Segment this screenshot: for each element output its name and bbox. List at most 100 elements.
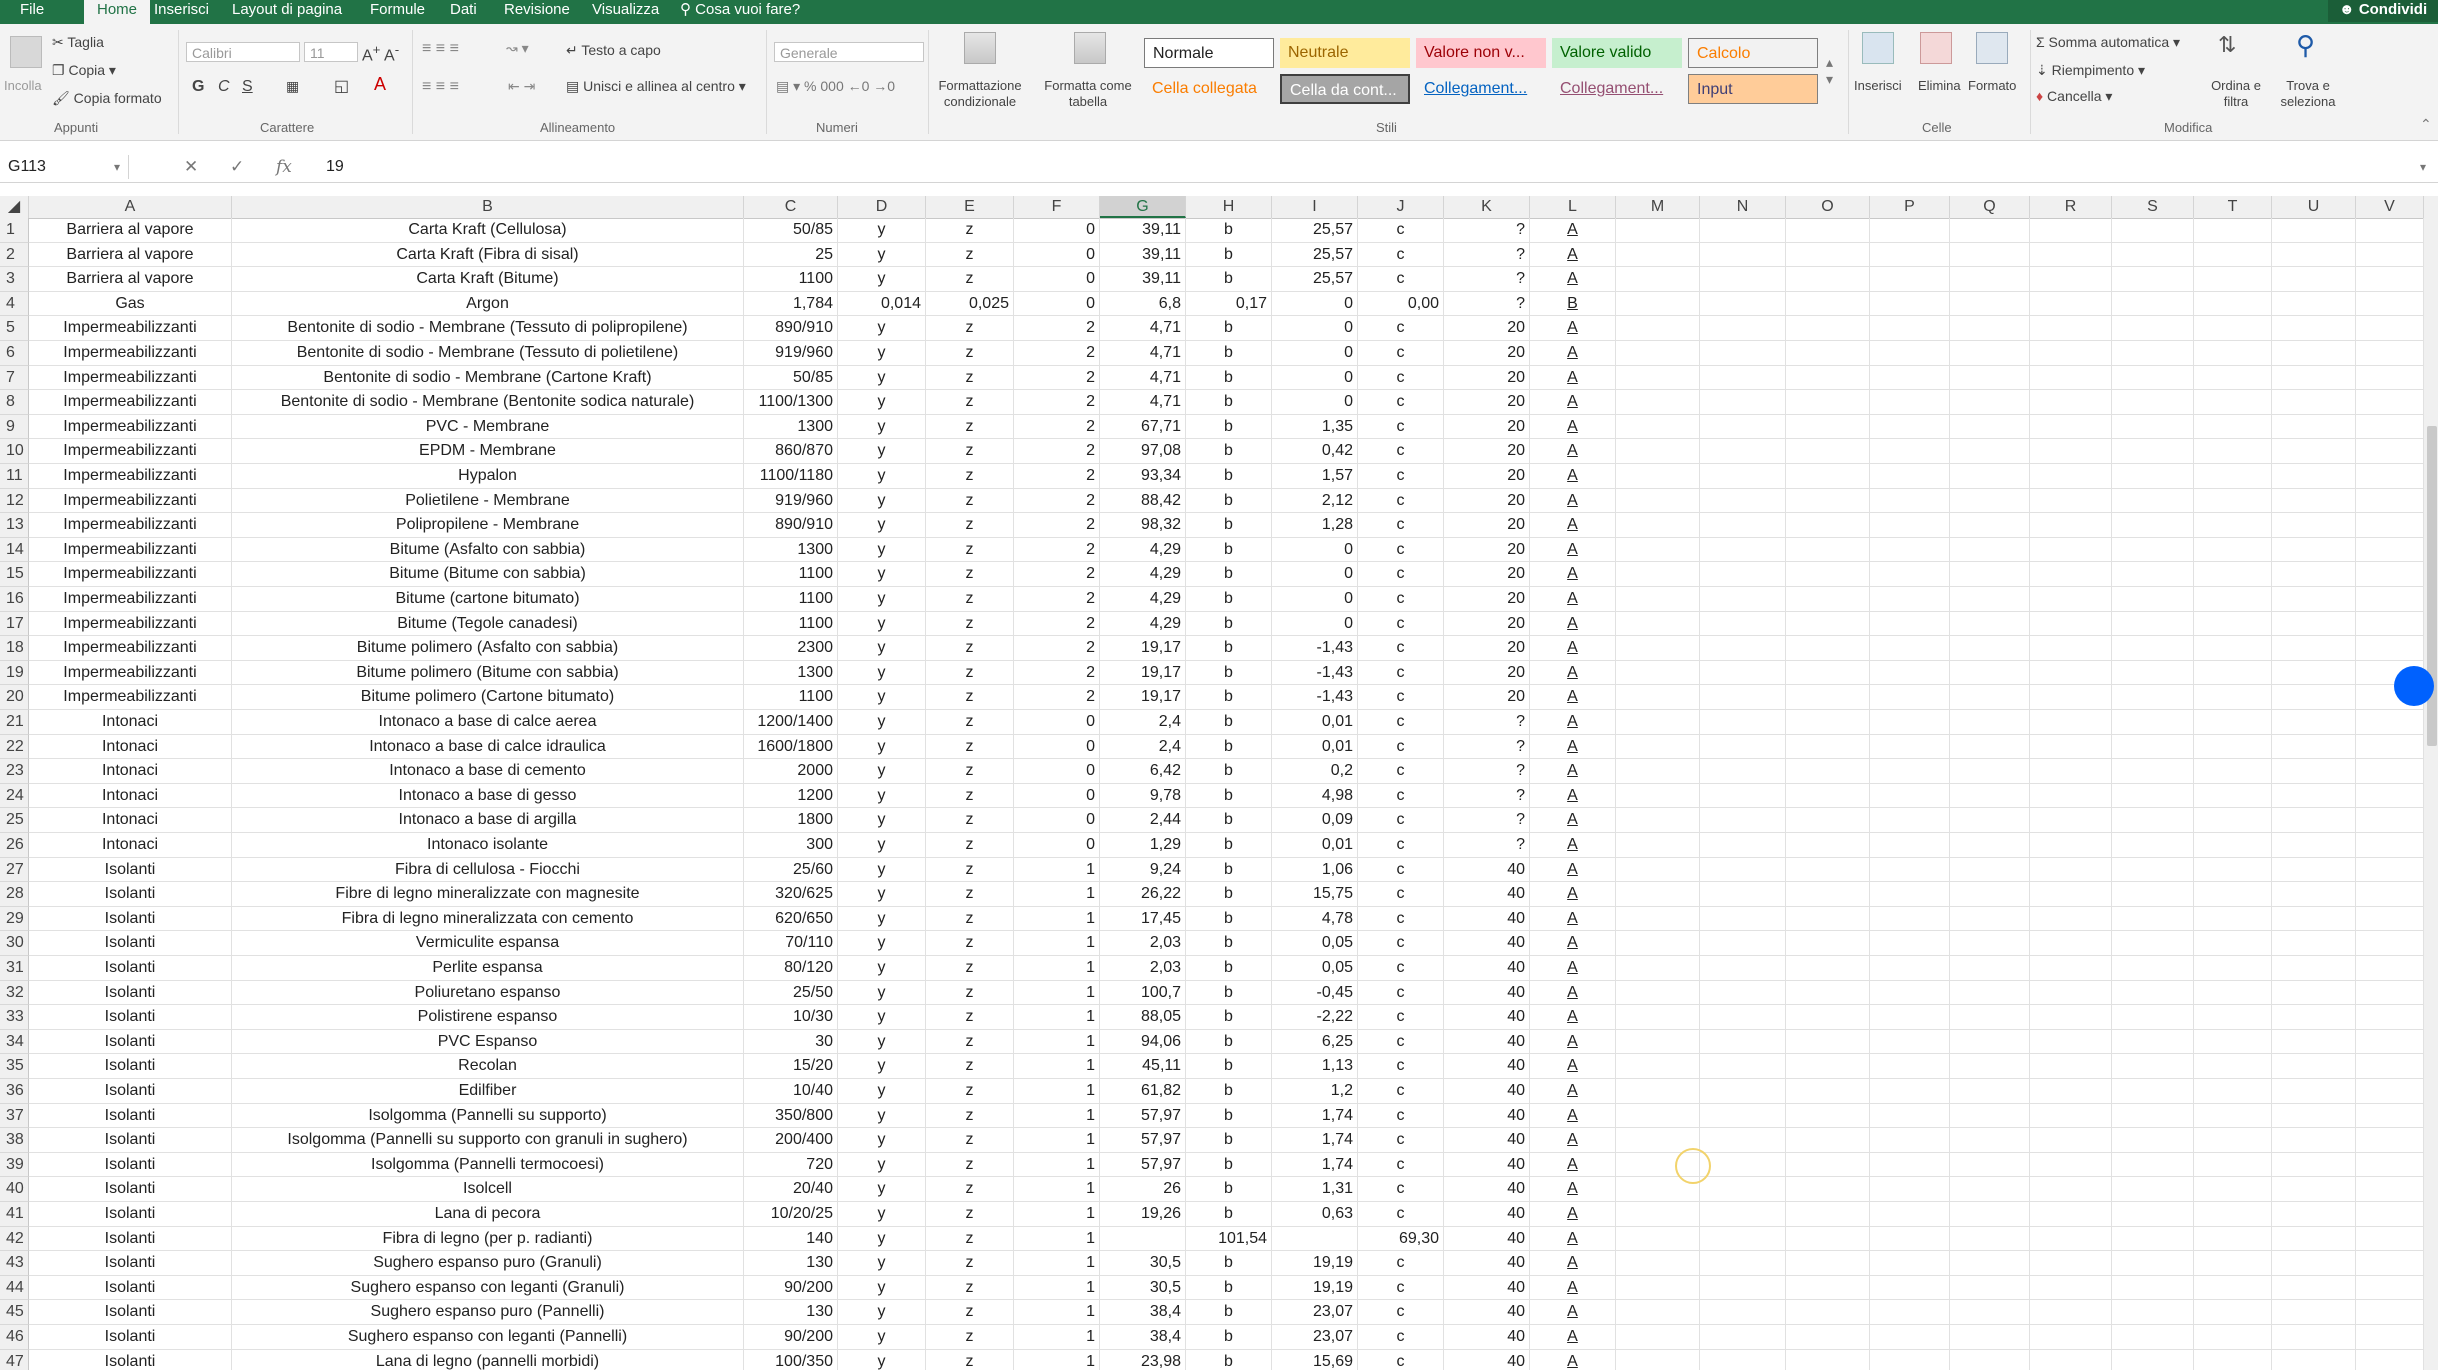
cell-empty[interactable] [2112,759,2194,784]
cell-l[interactable]: B [1530,291,1616,317]
cell-empty[interactable] [1950,291,2030,317]
style-input[interactable]: Input [1688,74,1818,104]
cell-empty[interactable] [2030,685,2112,710]
cell-empty[interactable] [1870,1152,1950,1178]
cell-k[interactable]: 40 [1444,980,1530,1006]
cell-i[interactable]: 0,05 [1272,931,1358,956]
cell-i[interactable]: 1,74 [1272,1128,1358,1153]
cell-empty[interactable] [2194,906,2272,932]
cell-empty[interactable] [1786,1054,1870,1079]
row-header[interactable]: 20 [0,685,29,710]
cell-empty[interactable] [1700,562,1786,587]
cell-empty[interactable] [1950,857,2030,883]
cell-empty[interactable] [2030,341,2112,366]
cell-empty[interactable] [2112,734,2194,760]
cell-i[interactable]: 1,13 [1272,1054,1358,1079]
cell-empty[interactable] [1616,587,1700,612]
style-bad[interactable]: Valore non v... [1416,38,1546,68]
cell-k[interactable]: 40 [1444,857,1530,883]
cell-empty[interactable] [1616,1226,1700,1252]
tell-me-box[interactable]: ⚲ Cosa vuoi fare? [680,0,800,24]
font-name-select[interactable]: Calibri [186,42,300,62]
cell-empty[interactable] [2356,562,2424,587]
cell-empty[interactable] [2112,1054,2194,1079]
cell-empty[interactable] [2030,980,2112,1006]
search-icon[interactable]: ⚲ [2296,30,2315,61]
cell-h[interactable]: b [1186,537,1272,563]
cell-c[interactable]: 200/400 [744,1128,838,1153]
cell-h[interactable]: b [1186,414,1272,440]
cell-k[interactable]: 20 [1444,562,1530,587]
cell-empty[interactable] [2272,1152,2356,1178]
cell-empty[interactable] [2356,636,2424,661]
cell-b[interactable]: Bentonite di sodio - Membrane (Tessuto d… [232,341,744,366]
cell-empty[interactable] [1786,759,1870,784]
cell-empty[interactable] [1786,956,1870,981]
cell-c[interactable]: 1300 [744,414,838,440]
cell-empty[interactable] [1616,537,1700,563]
row-header[interactable]: 5 [0,316,29,341]
cell-empty[interactable] [2030,1177,2112,1202]
cell-empty[interactable] [1950,267,2030,292]
cell-k[interactable]: 20 [1444,488,1530,514]
row-header[interactable]: 28 [0,882,29,907]
cell-e[interactable]: z [926,1079,1014,1104]
cell-empty[interactable] [1616,390,1700,415]
share-button[interactable]: ☻ Condividi [2328,0,2438,22]
column-header-d[interactable]: D [838,196,926,218]
cell-i[interactable]: 4,78 [1272,906,1358,932]
cell-a[interactable]: Impermeabilizzanti [29,341,232,366]
cell-empty[interactable] [2030,365,2112,391]
cell-c[interactable]: 90/200 [744,1275,838,1301]
cell-i[interactable]: -1,43 [1272,636,1358,661]
cell-k[interactable]: 40 [1444,906,1530,932]
cell-empty[interactable] [1616,1103,1700,1129]
cell-b[interactable]: Isolgomma (Pannelli su supporto) [232,1103,744,1129]
cell-f[interactable]: 0 [1014,267,1100,292]
cut-button[interactable]: ✂ Taglia [52,34,104,51]
cell-i[interactable]: 0 [1272,291,1358,317]
cell-f[interactable]: 2 [1014,316,1100,341]
cell-i[interactable] [1272,1226,1358,1252]
cell-empty[interactable] [1870,783,1950,809]
cell-empty[interactable] [2356,365,2424,391]
cell-empty[interactable] [2030,513,2112,538]
cell-empty[interactable] [2112,882,2194,907]
cell-empty[interactable] [2272,611,2356,637]
cell-j[interactable]: c [1358,242,1444,268]
cell-empty[interactable] [1700,1325,1786,1350]
cell-a[interactable]: Impermeabilizzanti [29,636,232,661]
cell-b[interactable]: EPDM - Membrane [232,439,744,464]
cell-d[interactable]: y [838,1152,926,1178]
cell-d[interactable]: y [838,857,926,883]
cell-f[interactable]: 2 [1014,390,1100,415]
cell-empty[interactable] [2112,1152,2194,1178]
cell-empty[interactable] [2194,1177,2272,1202]
cell-empty[interactable] [1786,1202,1870,1227]
cell-empty[interactable] [1700,611,1786,637]
cell-empty[interactable] [2272,218,2356,243]
cell-empty[interactable] [2112,414,2194,440]
cell-empty[interactable] [2194,808,2272,833]
cell-empty[interactable] [1616,1054,1700,1079]
cell-empty[interactable] [2030,390,2112,415]
cell-j[interactable]: c [1358,906,1444,932]
cell-l[interactable]: A [1530,734,1616,760]
cell-h[interactable]: b [1186,660,1272,686]
cell-d[interactable]: y [838,1054,926,1079]
cell-k[interactable]: 40 [1444,1349,1530,1370]
cell-empty[interactable] [2030,857,2112,883]
cell-empty[interactable] [2112,1251,2194,1276]
cell-d[interactable]: y [838,1202,926,1227]
cell-empty[interactable] [2356,341,2424,366]
cell-i[interactable]: 1,2 [1272,1079,1358,1104]
cell-empty[interactable] [2194,513,2272,538]
cell-e[interactable]: z [926,439,1014,464]
cell-empty[interactable] [1786,1349,1870,1370]
cell-l[interactable]: A [1530,1029,1616,1055]
cell-d[interactable]: y [838,562,926,587]
cell-h[interactable]: b [1186,734,1272,760]
cell-g[interactable]: 19,17 [1100,660,1186,686]
cell-empty[interactable] [2272,1128,2356,1153]
fill-button[interactable]: ⇣ Riempimento ▾ [2036,62,2145,79]
